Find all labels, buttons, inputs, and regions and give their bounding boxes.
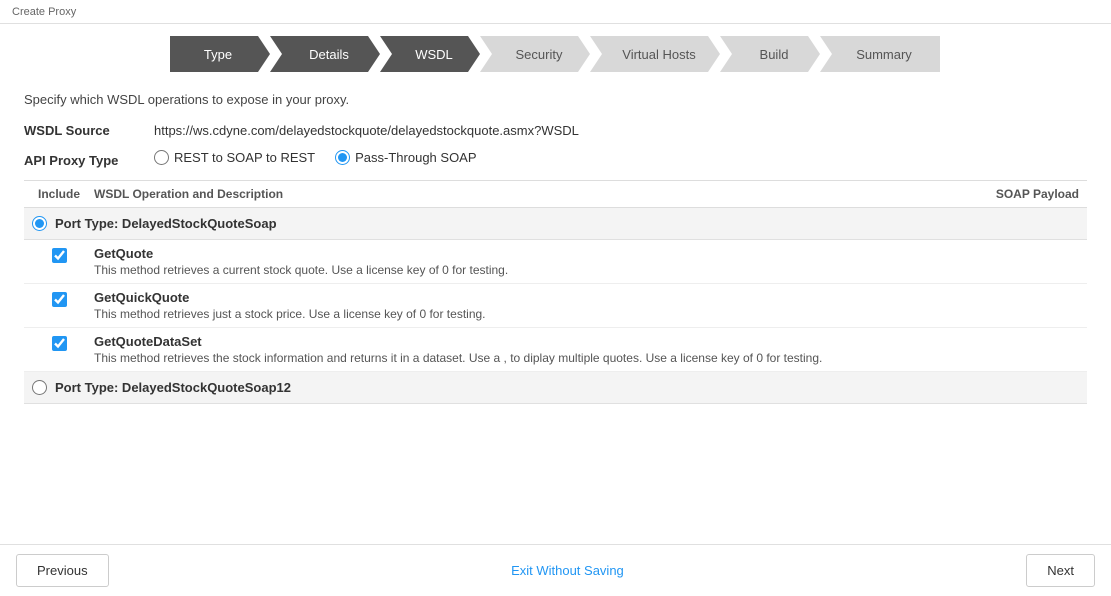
step-wsdl[interactable]: WSDL [380, 36, 480, 72]
wizard-steps: Type Details WSDL Security Virtual Hosts… [0, 24, 1111, 84]
radio-pass-through-soap-label: Pass-Through SOAP [355, 150, 476, 165]
port-group-2: Port Type: DelayedStockQuoteSoap12 [24, 372, 1087, 404]
operation-getquickquote: GetQuickQuote This method retrieves just… [24, 284, 1087, 328]
step-details[interactable]: Details [270, 36, 380, 72]
api-proxy-type-label: API Proxy Type [24, 153, 154, 168]
port-group-2-label: Port Type: DelayedStockQuoteSoap12 [24, 380, 1087, 395]
operation-getquote-checkbox[interactable] [52, 248, 67, 263]
operation-getquickquote-include [24, 290, 94, 321]
operation-getquotedataset-name: GetQuoteDataSet [94, 334, 957, 349]
next-button[interactable]: Next [1026, 554, 1095, 587]
operation-getquotedataset-desc: This method retrieves the stock informat… [94, 351, 957, 365]
operation-getquotedataset-checkbox[interactable] [52, 336, 67, 351]
step-type-label: Type [204, 47, 232, 62]
step-security[interactable]: Security [480, 36, 590, 72]
operation-getquickquote-desc: This method retrieves just a stock price… [94, 307, 957, 321]
table-header: Include WSDL Operation and Description S… [24, 180, 1087, 208]
step-wrapper: Type Details WSDL Security Virtual Hosts… [170, 36, 940, 72]
step-build[interactable]: Build [720, 36, 820, 72]
wsdl-source-value: https://ws.cdyne.com/delayedstockquote/d… [154, 123, 579, 138]
table-header-operation: WSDL Operation and Description [94, 187, 957, 201]
footer: Previous Exit Without Saving Next [0, 544, 1111, 596]
radio-rest-soap-rest-input[interactable] [154, 150, 169, 165]
step-type[interactable]: Type [170, 36, 270, 72]
subtitle: Specify which WSDL operations to expose … [24, 92, 1087, 107]
table-header-include: Include [24, 187, 94, 201]
radio-group: REST to SOAP to REST Pass-Through SOAP [154, 150, 477, 165]
port-group-2-radio[interactable] [32, 380, 47, 395]
radio-rest-soap-rest-label: REST to SOAP to REST [174, 150, 315, 165]
previous-button[interactable]: Previous [16, 554, 109, 587]
step-summary[interactable]: Summary [820, 36, 940, 72]
operations-table: Include WSDL Operation and Description S… [24, 180, 1087, 488]
wsdl-source-row: WSDL Source https://ws.cdyne.com/delayed… [24, 123, 1087, 138]
exit-button[interactable]: Exit Without Saving [511, 563, 624, 578]
port-group-2-name: Port Type: DelayedStockQuoteSoap12 [55, 380, 291, 395]
operation-getquote-name: GetQuote [94, 246, 957, 261]
port-group-1-label: Port Type: DelayedStockQuoteSoap [24, 216, 1087, 231]
operation-getquickquote-details: GetQuickQuote This method retrieves just… [94, 290, 957, 321]
step-summary-label: Summary [856, 47, 912, 62]
step-wsdl-label: WSDL [415, 47, 453, 62]
step-security-label: Security [516, 47, 563, 62]
operation-getquickquote-name: GetQuickQuote [94, 290, 957, 305]
topbar-title: Create Proxy [12, 6, 76, 18]
step-build-label: Build [760, 47, 789, 62]
operation-getquote-desc: This method retrieves a current stock qu… [94, 263, 957, 277]
radio-rest-soap-rest[interactable]: REST to SOAP to REST [154, 150, 315, 165]
port-group-1-name: Port Type: DelayedStockQuoteSoap [55, 216, 277, 231]
radio-pass-through-soap-input[interactable] [335, 150, 350, 165]
step-virtual-hosts-label: Virtual Hosts [622, 47, 695, 62]
port-group-1-radio[interactable] [32, 216, 47, 231]
operation-getquotedataset-include [24, 334, 94, 365]
topbar: Create Proxy [0, 0, 1111, 24]
step-details-label: Details [309, 47, 349, 62]
step-virtual-hosts[interactable]: Virtual Hosts [590, 36, 720, 72]
wsdl-source-label: WSDL Source [24, 123, 154, 138]
operation-getquote-details: GetQuote This method retrieves a current… [94, 246, 957, 277]
api-proxy-type-row: API Proxy Type REST to SOAP to REST Pass… [24, 150, 1087, 168]
operation-getquotedataset-details: GetQuoteDataSet This method retrieves th… [94, 334, 957, 365]
port-group-1: Port Type: DelayedStockQuoteSoap [24, 208, 1087, 240]
operation-getquote: GetQuote This method retrieves a current… [24, 240, 1087, 284]
content-area: Specify which WSDL operations to expose … [0, 84, 1111, 596]
operation-getquotedataset: GetQuoteDataSet This method retrieves th… [24, 328, 1087, 372]
radio-pass-through-soap[interactable]: Pass-Through SOAP [335, 150, 476, 165]
main-container: Type Details WSDL Security Virtual Hosts… [0, 24, 1111, 596]
table-header-payload: SOAP Payload [957, 187, 1087, 201]
operation-getquote-include [24, 246, 94, 277]
operation-getquickquote-checkbox[interactable] [52, 292, 67, 307]
table-scroll[interactable]: Port Type: DelayedStockQuoteSoap GetQuot… [24, 208, 1087, 488]
